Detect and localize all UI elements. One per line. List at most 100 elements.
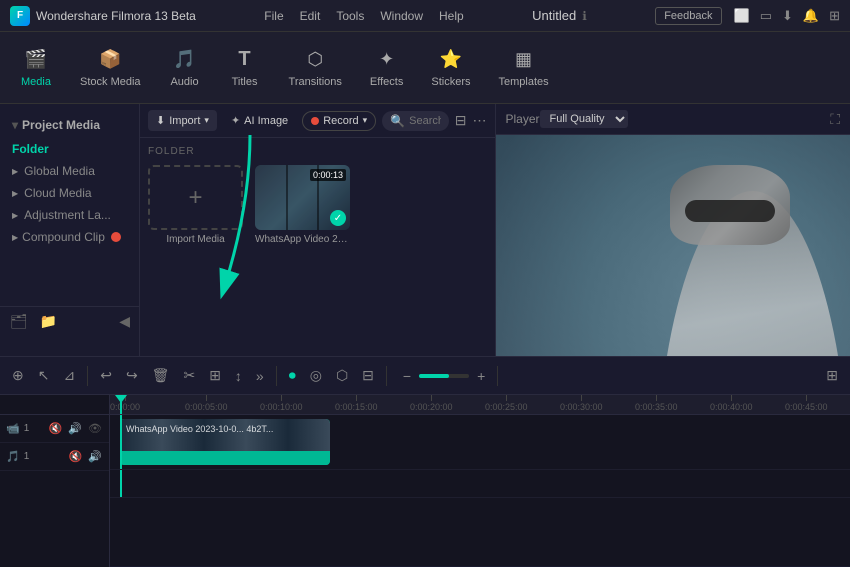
audio-label: Audio [170, 76, 198, 88]
monitor2-icon[interactable]: ▭ [760, 8, 772, 24]
player-header: Player Full Quality ⛶ [496, 104, 850, 135]
tl-delete-button[interactable]: 🗑 [148, 365, 174, 386]
sidebar-item-global-media[interactable]: ▶ Global Media [0, 160, 139, 182]
sidebar-arrow-adjustment: ▶ [12, 211, 18, 220]
toolbar-transitions[interactable]: ⬡ Transitions [277, 44, 354, 92]
ruler-tick-9: 0:00:45:00 [785, 395, 828, 412]
search-input[interactable] [409, 115, 441, 127]
toolbar-stickers[interactable]: ⭐ Stickers [419, 44, 482, 92]
sidebar-item-cloud-media[interactable]: ▶ Cloud Media [0, 182, 139, 204]
record-button[interactable]: Record ▾ [302, 111, 376, 131]
video-clip[interactable]: WhatsApp Video 2023-10-0... 4b2T... [120, 419, 330, 465]
import-icon: ⬇ [156, 114, 165, 127]
tl-effect-button[interactable]: ◎ [306, 365, 326, 386]
tl-split-button[interactable]: ⊟ [358, 365, 378, 386]
sidebar-item-adjustment[interactable]: ▶ Adjustment La... [0, 204, 139, 226]
import-button[interactable]: ⬇ Import ▾ [148, 110, 217, 131]
tl-ripple-button[interactable]: ⊿ [59, 365, 79, 386]
stickers-icon: ⭐ [439, 48, 463, 72]
monitor-icon[interactable]: ⬜ [734, 8, 750, 24]
compound-clip-badge [111, 232, 121, 242]
vr-visor [685, 200, 775, 222]
ruler-tick-1: 0:00:05:00 [185, 395, 228, 412]
filter-icon[interactable]: ⊟ [455, 112, 467, 129]
ai-image-button[interactable]: ✦ AI Image [223, 110, 296, 131]
toolbar-titles[interactable]: T Titles [217, 44, 273, 92]
timeline-toolbar: ⊕ ↖ ⊿ ↩ ↪ 🗑 ✂ ⊞ ↕ » ⏺ ◎ ⬡ ⊟ − + ⊞ [0, 357, 850, 395]
menu-tools[interactable]: Tools [336, 9, 364, 23]
tl-transform-button[interactable]: ⊞ [205, 365, 225, 386]
title-icons: ⬜ ▭ ⬇ 🔔 ⊞ [734, 8, 840, 24]
video-track-audio-button[interactable]: 🔊 [67, 421, 83, 436]
tl-record-button[interactable]: ⏺ [285, 365, 300, 386]
audio-track-volume-button[interactable]: 🔊 [87, 449, 103, 464]
sidebar-arrow-icon: ▾ [12, 118, 18, 132]
sidebar-item-folder[interactable]: Folder [0, 138, 139, 160]
record-dot-icon [311, 117, 319, 125]
clip-green-bar [120, 451, 330, 465]
toolbar-audio[interactable]: 🎵 Audio [157, 44, 213, 92]
tl-zoom-in-button[interactable]: + [473, 366, 489, 386]
new-folder-icon[interactable]: 🗂 [10, 313, 28, 330]
video-track-mute-button[interactable]: 🔇 [48, 421, 64, 436]
clip-label: WhatsApp Video 2023-10-0... 4b2T... [122, 423, 277, 435]
toolbar-stock-media[interactable]: 📦 Stock Media [68, 44, 153, 92]
menu-window[interactable]: Window [380, 9, 423, 23]
tl-select-button[interactable]: ↖ [34, 365, 54, 386]
ai-image-icon: ✦ [231, 114, 240, 127]
ruler-tick-4: 0:00:20:00 [410, 395, 453, 412]
import-media-item[interactable]: + Import Media [148, 165, 243, 245]
toolbar-media[interactable]: 🎬 Media [8, 44, 64, 92]
tl-track-more-button[interactable]: ⊞ [822, 365, 842, 386]
bell-icon[interactable]: 🔔 [803, 8, 819, 24]
quality-select[interactable]: Full Quality [540, 110, 628, 128]
grid-icon[interactable]: ⊞ [829, 8, 840, 24]
tl-cut-button[interactable]: ✂ [179, 365, 199, 386]
tl-more-button[interactable]: » [252, 366, 268, 386]
sidebar-arrow-compound: ▶ [12, 233, 18, 242]
player-label: Player [506, 112, 540, 126]
toolbar-templates[interactable]: ▦ Templates [486, 44, 560, 92]
video-track-eye-button[interactable]: 👁 [87, 421, 103, 436]
collapse-sidebar-icon[interactable]: ◀ [119, 313, 130, 330]
tl-add-button[interactable]: ⊕ [8, 365, 28, 386]
zoom-bar[interactable] [419, 374, 469, 378]
import-label: Import [169, 115, 200, 127]
tl-compound-button[interactable]: ⬡ [332, 365, 352, 386]
audio-track-mute-button[interactable]: 🔇 [68, 449, 84, 464]
player-expand-icon[interactable]: ⛶ [830, 111, 840, 128]
cloud-down-icon[interactable]: ⬇ [782, 8, 793, 24]
menu-file[interactable]: File [264, 9, 283, 23]
title-bar: F Wondershare Filmora 13 Beta File Edit … [0, 0, 850, 32]
timeline-content: 📹 1 🔇 🔊 👁 🎵 1 🔇 🔊 [0, 395, 850, 567]
video-file-item[interactable]: 0:00:13 ✓ WhatsApp Video 2023-10-05... [255, 165, 350, 245]
media-toolbar: ⬇ Import ▾ ✦ AI Image Record ▾ 🔍 ⊟ ⋯ [140, 104, 495, 138]
more-options-icon[interactable]: ⋯ [473, 112, 487, 129]
toolbar-effects[interactable]: ✦ Effects [358, 44, 415, 92]
import-dropdown-icon: ▾ [204, 115, 209, 126]
new-item-icon[interactable]: 📁 [40, 313, 57, 330]
feedback-button[interactable]: Feedback [655, 7, 721, 25]
tl-undo-button[interactable]: ↩ [96, 365, 116, 386]
global-media-label: Global Media [24, 164, 95, 178]
tl-redo-button[interactable]: ↪ [122, 365, 142, 386]
sidebar-bottom-icons: 🗂 📁 ◀ [0, 306, 140, 336]
project-title: Untitled [532, 8, 576, 23]
track-playhead [120, 415, 122, 469]
timeline-ruler: 0:00:00 0:00:05:00 0:00:10:00 0:00:15:00… [110, 395, 850, 415]
ruler-tick-8: 0:00:40:00 [710, 395, 753, 412]
menu-help[interactable]: Help [439, 9, 464, 23]
timeline-tracks-sidebar: 📹 1 🔇 🔊 👁 🎵 1 🔇 🔊 [0, 395, 110, 567]
sidebar-item-compound-clip[interactable]: ▶ Compound Clip [0, 226, 139, 248]
transitions-icon: ⬡ [303, 48, 327, 72]
import-thumb[interactable]: + [148, 165, 243, 230]
ruler-tick-3: 0:00:15:00 [335, 395, 378, 412]
menu-edit[interactable]: Edit [300, 9, 321, 23]
track-lanes: WhatsApp Video 2023-10-0... 4b2T... [110, 415, 850, 498]
tl-zoom-out-button[interactable]: − [399, 366, 415, 386]
add-media-icon: + [188, 184, 202, 212]
video-track-icons: 🔇 🔊 👁 [48, 421, 103, 436]
tl-motion-button[interactable]: ↕ [231, 366, 246, 386]
video-track-number: 1 [24, 423, 30, 434]
project-media-header: ▾ Project Media [0, 112, 139, 138]
